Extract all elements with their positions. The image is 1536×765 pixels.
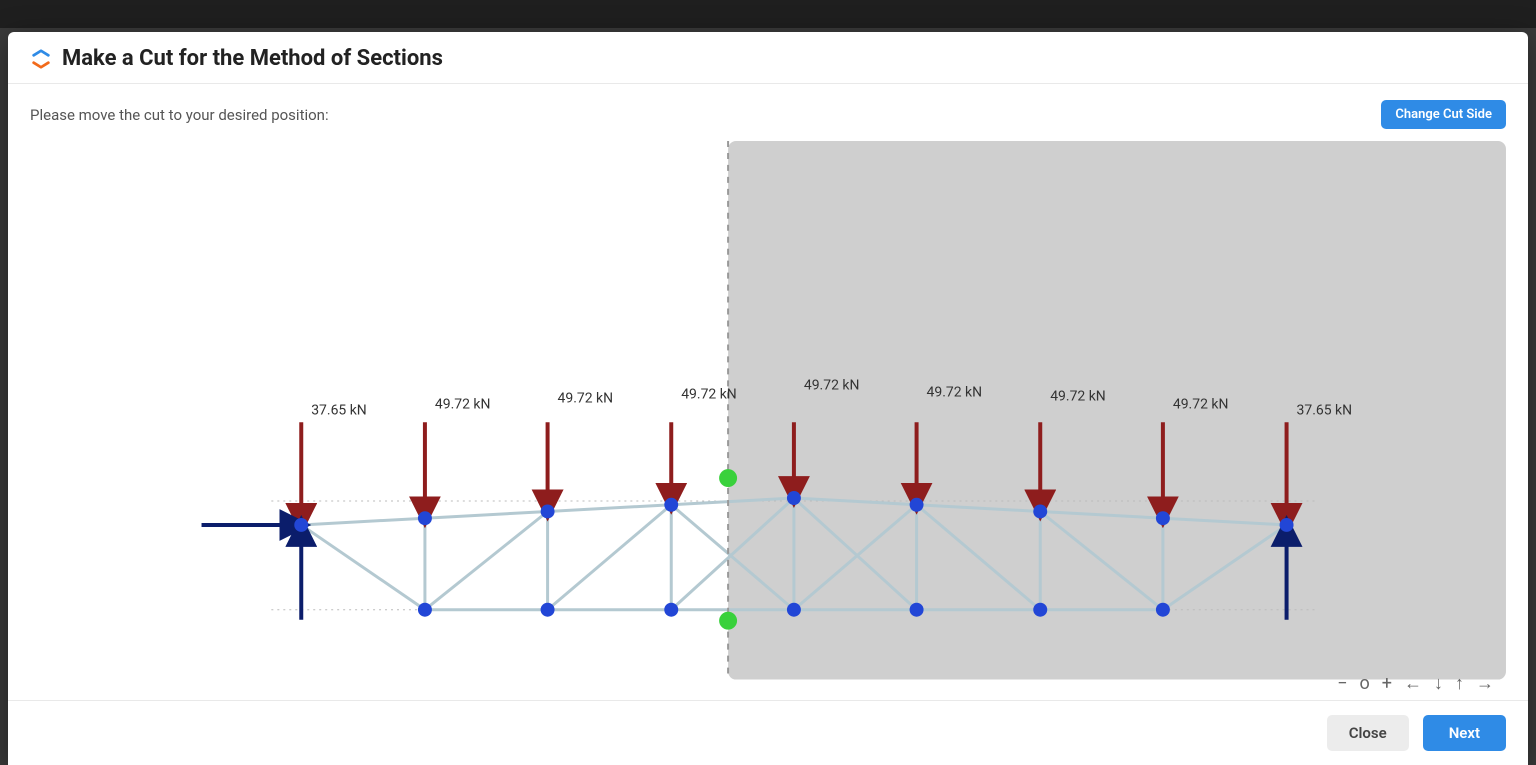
truss-member — [301, 525, 425, 610]
pan-down-button[interactable]: ↓ — [1434, 673, 1443, 694]
modal-subheader: Please move the cut to your desired posi… — [8, 84, 1528, 135]
truss-diagram[interactable]: 37.65 kN 49.72 kN 49.72 kN 49.72 kN 49.72 kN… — [30, 141, 1506, 680]
truss-node[interactable] — [1280, 518, 1294, 532]
truss-node[interactable] — [294, 518, 308, 532]
truss-member — [548, 505, 672, 610]
load-label: 49.72 kN — [927, 384, 983, 400]
load-label: 49.72 kN — [435, 396, 491, 412]
load-label: 49.72 kN — [558, 390, 614, 406]
zoom-in-button[interactable]: + — [1382, 673, 1392, 694]
truss-member — [425, 511, 548, 609]
modal-title: Make a Cut for the Method of Sections — [62, 46, 443, 71]
load-label: 37.65 kN — [311, 402, 367, 418]
close-button[interactable]: Close — [1327, 715, 1409, 751]
truss-node[interactable] — [787, 603, 801, 617]
diagram-canvas-wrap: 37.65 kN 49.72 kN 49.72 kN 49.72 kN 49.72 kN… — [30, 141, 1506, 700]
cut-handle[interactable] — [719, 469, 737, 487]
method-of-sections-modal: Make a Cut for the Method of Sections Pl… — [8, 32, 1528, 765]
cut-handle[interactable] — [719, 612, 737, 630]
next-button[interactable]: Next — [1423, 715, 1506, 751]
discarded-side-overlay — [728, 141, 1506, 680]
modal-header: Make a Cut for the Method of Sections — [8, 32, 1528, 84]
truss-node[interactable] — [541, 603, 555, 617]
zoom-reset-button[interactable]: o — [1360, 673, 1370, 694]
truss-node[interactable] — [910, 498, 924, 512]
instruction-text: Please move the cut to your desired posi… — [30, 106, 329, 124]
truss-node[interactable] — [1033, 603, 1047, 617]
truss-node[interactable] — [541, 505, 555, 519]
pan-up-button[interactable]: ↑ — [1455, 673, 1464, 694]
load-label: 49.72 kN — [1173, 396, 1229, 412]
change-cut-side-button[interactable]: Change Cut Side — [1381, 100, 1506, 129]
truss-node[interactable] — [418, 511, 432, 525]
background-toolbar — [0, 0, 1536, 28]
zoom-out-button[interactable]: − — [1337, 673, 1347, 694]
truss-node[interactable] — [1156, 511, 1170, 525]
truss-node[interactable] — [1033, 505, 1047, 519]
truss-node[interactable] — [1156, 603, 1170, 617]
pan-right-button[interactable]: → — [1476, 673, 1494, 694]
pan-left-button[interactable]: ← — [1404, 673, 1422, 694]
load-label: 49.72 kN — [1050, 388, 1106, 404]
truss-node[interactable] — [664, 603, 678, 617]
load-label: 49.72 kN — [681, 386, 737, 402]
truss-node[interactable] — [910, 603, 924, 617]
app-logo-icon — [30, 48, 52, 70]
modal-footer: Close Next — [8, 700, 1528, 765]
truss-node[interactable] — [664, 498, 678, 512]
load-label: 49.72 kN — [804, 377, 860, 393]
truss-node[interactable] — [418, 603, 432, 617]
truss-node[interactable] — [787, 491, 801, 505]
view-controls: − o + ← ↓ ↑ → — [1337, 673, 1494, 694]
load-label: 37.65 kN — [1297, 402, 1353, 418]
